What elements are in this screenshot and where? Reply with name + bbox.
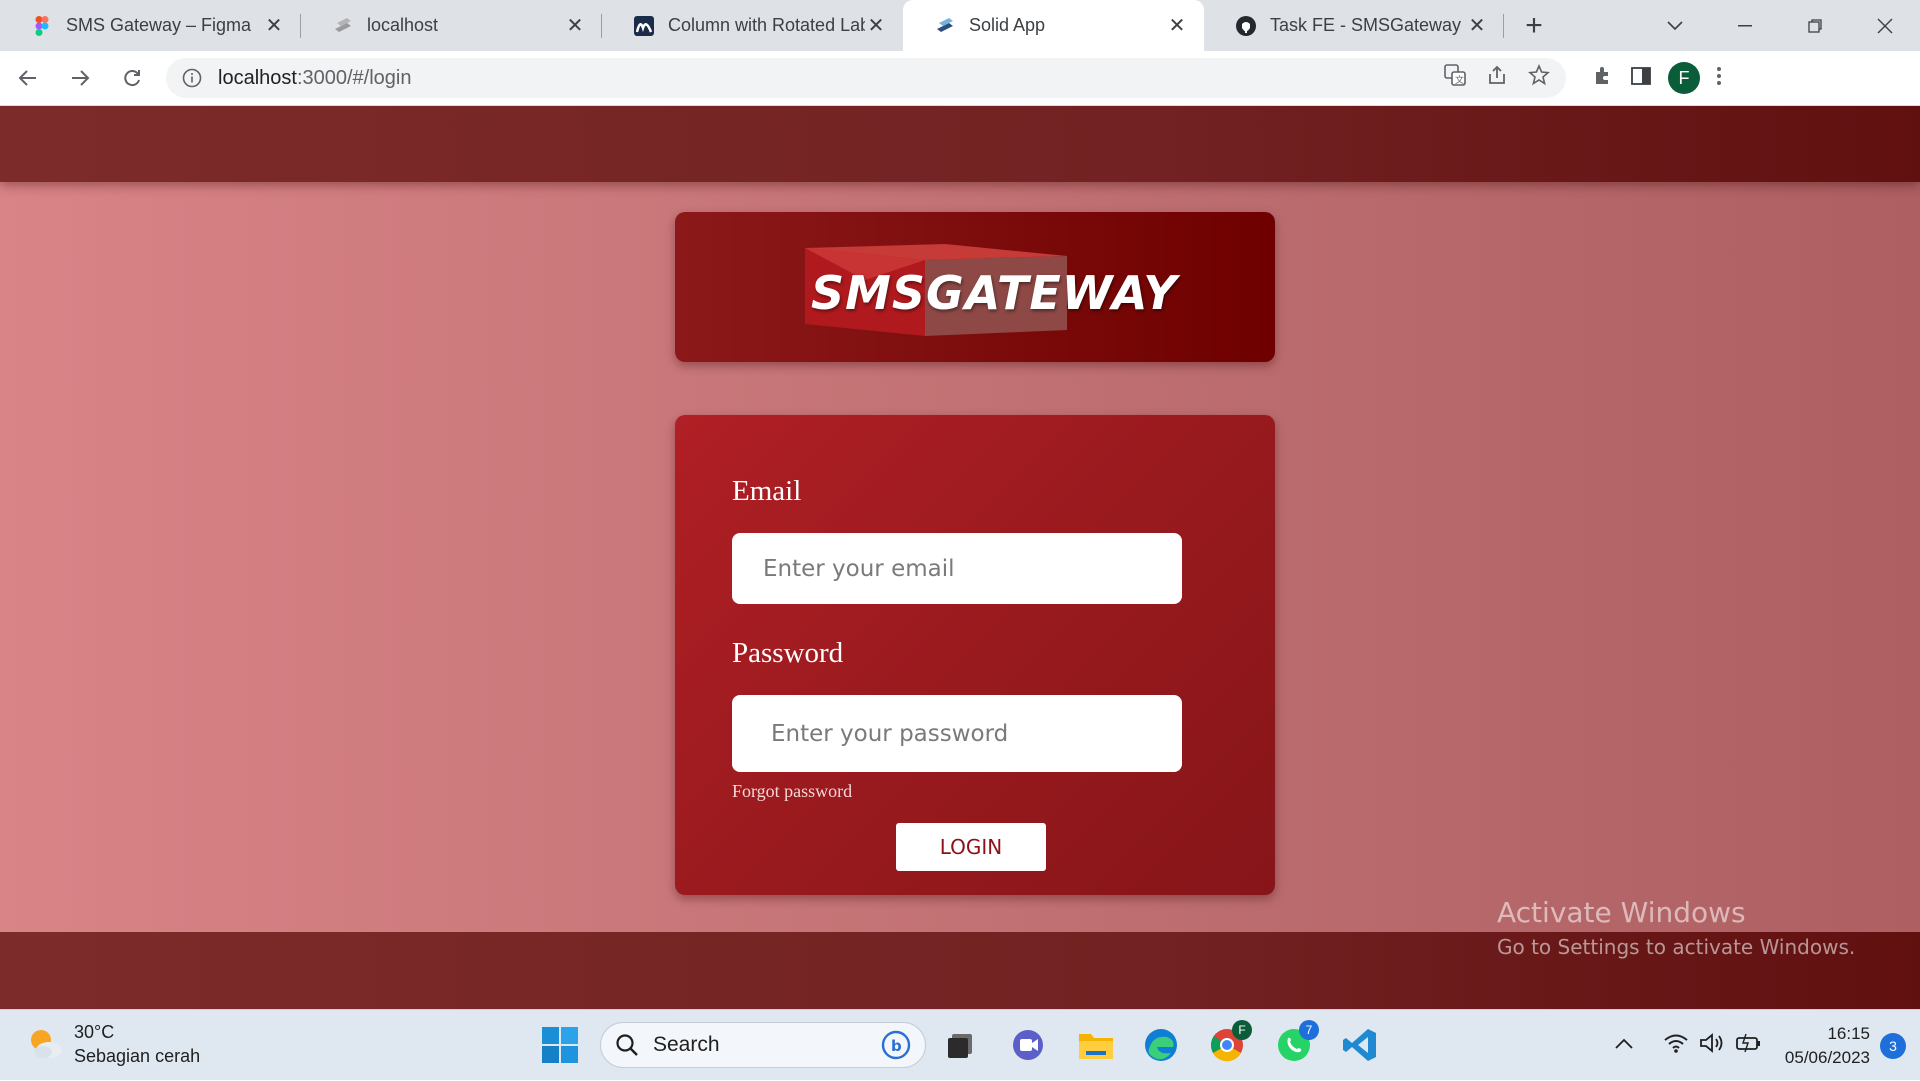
search-label: Search (653, 1033, 720, 1056)
notification-count-badge[interactable]: 3 (1880, 1032, 1906, 1059)
tab-search-icon[interactable] (1640, 4, 1710, 48)
watermark-subtitle: Go to Settings to activate Windows. (1497, 935, 1856, 959)
weather-widget[interactable]: 30°C Sebagian cerah (26, 1020, 200, 1068)
close-icon[interactable]: ✕ (1166, 15, 1188, 37)
browser-toolbar: localhost:3000/#/login 文 F (0, 51, 1920, 106)
new-tab-button[interactable]: + (1504, 0, 1564, 51)
tab-github[interactable]: Task FE - SMSGateway Pro ✕ (1204, 0, 1504, 51)
tab-title: SMS Gateway – Figma (66, 15, 252, 35)
tab-title: Column with Rotated Lab (668, 15, 865, 35)
site-info-icon[interactable] (182, 68, 202, 88)
clock-time: 16:15 (1827, 1023, 1870, 1043)
logo-card: SMSGATEWAY (675, 212, 1275, 362)
watermark-title: Activate Windows (1497, 896, 1746, 929)
window-controls (1640, 0, 1920, 51)
app-header-bar (0, 106, 1920, 182)
login-card: Email Password Forgot password LOGIN (675, 415, 1275, 895)
wifi-icon[interactable] (1663, 1032, 1689, 1059)
bookmark-star-icon[interactable] (1528, 63, 1550, 92)
profile-avatar[interactable]: F (1668, 62, 1700, 94)
url-host: localhost (218, 66, 297, 89)
bing-icon[interactable]: b (881, 1030, 911, 1060)
restore-icon[interactable] (1780, 4, 1850, 48)
translate-icon[interactable]: 文 (1444, 64, 1466, 92)
side-panel-icon[interactable] (1630, 65, 1652, 92)
close-icon[interactable]: ✕ (865, 15, 887, 37)
clock[interactable]: 16:15 05/06/2023 (1785, 1022, 1870, 1070)
reload-icon[interactable] (108, 58, 156, 98)
password-label: Password (732, 637, 844, 669)
figma-icon (32, 15, 52, 36)
email-input[interactable] (732, 533, 1182, 604)
activate-windows-watermark: Activate Windows Go to Settings to activ… (1497, 896, 1855, 959)
address-bar[interactable]: localhost:3000/#/login 文 (166, 58, 1566, 98)
forward-arrow-icon[interactable] (56, 58, 104, 98)
amcharts-icon (634, 15, 654, 36)
task-view-icon[interactable] (940, 1024, 982, 1066)
password-input[interactable] (732, 695, 1182, 772)
windows-taskbar: 30°C Sebagian cerah Search b F 7 16:15 0… (0, 1009, 1920, 1080)
battery-icon[interactable] (1735, 1032, 1761, 1059)
browser-tab-strip: SMS Gateway – Figma ✕ localhost ✕ Column… (0, 0, 1920, 51)
whatsapp-icon[interactable]: 7 (1273, 1020, 1319, 1066)
weather-desc: Sebagian cerah (74, 1046, 201, 1066)
windows-start-icon[interactable] (541, 1026, 579, 1064)
partly-sunny-icon (31, 1030, 62, 1058)
weather-temp: 30°C (74, 1022, 115, 1042)
system-tray: 16:15 05/06/2023 3 (1615, 1010, 1920, 1081)
chrome-profile-badge: F (1232, 1020, 1252, 1040)
toolbar-actions: F (1592, 62, 1732, 94)
logo-text: SMSGATEWAY (811, 266, 1178, 320)
close-window-icon[interactable] (1850, 4, 1920, 48)
close-icon[interactable]: ✕ (263, 15, 285, 37)
vscode-icon[interactable] (1339, 1024, 1381, 1066)
clock-date: 05/06/2023 (1784, 1047, 1870, 1067)
tab-title: localhost (367, 15, 439, 35)
forgot-password-link[interactable]: Forgot password (732, 781, 852, 802)
tab-title: Solid App (969, 15, 1046, 35)
svg-text:文: 文 (1455, 74, 1464, 86)
svg-text:b: b (891, 1037, 902, 1055)
extensions-icon[interactable] (1592, 65, 1614, 92)
file-explorer-icon[interactable] (1075, 1024, 1117, 1066)
chevron-up-icon[interactable] (1615, 1037, 1633, 1055)
whatsapp-badge: 7 (1299, 1020, 1319, 1040)
taskbar-search[interactable]: Search b (600, 1022, 926, 1068)
tab-amcharts[interactable]: Column with Rotated Lab ✕ (602, 0, 903, 51)
chrome-browser-icon[interactable]: F (1206, 1020, 1252, 1066)
tab-title: Task FE - SMSGateway Pro (1270, 15, 1466, 35)
page-viewport: SMSGATEWAY Email Password Forgot passwor… (0, 106, 1920, 1009)
tab-figma[interactable]: SMS Gateway – Figma ✕ (0, 0, 301, 51)
close-icon[interactable]: ✕ (564, 15, 586, 37)
teams-chat-icon[interactable] (1007, 1024, 1049, 1066)
tab-localhost[interactable]: localhost ✕ (301, 0, 602, 51)
email-label: Email (732, 475, 802, 507)
edge-browser-icon[interactable] (1140, 1024, 1182, 1066)
login-button[interactable]: LOGIN (896, 823, 1046, 871)
tab-solid-app[interactable]: Solid App ✕ (903, 0, 1204, 51)
github-icon (1236, 15, 1256, 36)
solid-icon (333, 16, 353, 36)
menu-dots-icon[interactable] (1716, 65, 1722, 92)
back-arrow-icon[interactable] (4, 58, 52, 98)
omnibox-actions: 文 (1444, 63, 1550, 92)
url-path: :3000/#/login (296, 66, 412, 89)
search-icon (616, 1034, 638, 1056)
volume-icon[interactable] (1699, 1032, 1725, 1059)
close-icon[interactable]: ✕ (1466, 15, 1488, 37)
minimize-icon[interactable] (1710, 4, 1780, 48)
solid-icon (935, 16, 955, 36)
share-icon[interactable] (1486, 64, 1508, 92)
